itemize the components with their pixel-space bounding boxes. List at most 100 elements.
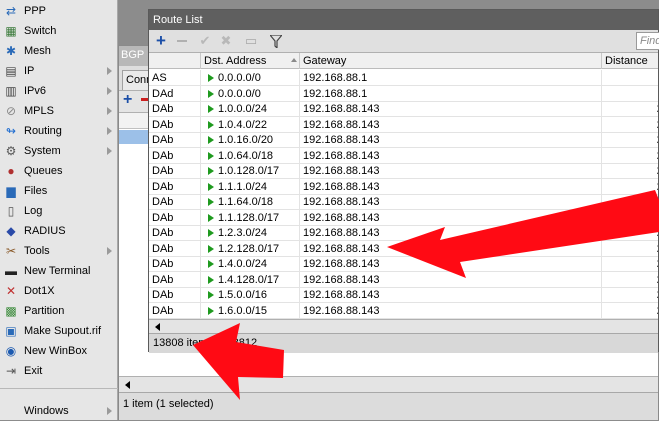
scroll-left-icon[interactable]	[155, 323, 160, 331]
menu-item-windows[interactable]: Windows	[0, 401, 118, 421]
menu-item-system[interactable]: ⚙ System	[0, 141, 118, 161]
route-distance: 20	[602, 132, 658, 148]
menu-item-label: New WinBox	[24, 345, 87, 357]
route-dst-address: 1.6.0.0/15	[215, 302, 300, 319]
route-gateway: 192.168.88.143	[300, 116, 602, 133]
enable-route-icon[interactable]: ✔	[195, 32, 215, 50]
route-gateway: 192.168.88.143	[300, 271, 602, 288]
menu-item-partition[interactable]: ▩ Partition	[0, 301, 118, 321]
active-route-icon	[208, 74, 214, 82]
menu-item-ppp[interactable]: ⇄ PPP	[0, 1, 118, 21]
files-icon: ▆	[6, 184, 16, 198]
comment-route-icon[interactable]: ▭	[241, 32, 261, 50]
route-gateway: 192.168.88.143	[300, 225, 602, 241]
route-list-title[interactable]: Route List	[149, 10, 658, 30]
route-gateway: 192.168.88.143	[300, 132, 602, 148]
route-distance: 20	[602, 194, 658, 210]
menu-item-label: IPv6	[24, 85, 47, 97]
route-dst-address: 1.2.128.0/17	[215, 240, 300, 257]
route-flags: AS	[149, 70, 201, 86]
table-row[interactable]: DAb 1.0.4.0/22192.168.88.14320	[149, 116, 658, 133]
add-route-icon[interactable]: +	[151, 31, 171, 50]
col-flags-header[interactable]	[149, 53, 201, 69]
menu-item-label: Queues	[24, 165, 63, 177]
ipv6-icon: ▥	[5, 84, 17, 98]
route-gateway: 192.168.88.143	[300, 209, 602, 226]
table-row[interactable]: DAb 1.2.128.0/17192.168.88.14320	[149, 240, 658, 257]
menu-item-label: Routing	[24, 125, 62, 137]
menu-item-ipv6[interactable]: ▥ IPv6	[0, 81, 118, 101]
dot1x-icon: ✕	[5, 284, 17, 298]
find-input[interactable]: Find	[636, 32, 659, 50]
table-row[interactable]: DAb 1.1.64.0/18192.168.88.14320	[149, 194, 658, 210]
main-menu: ⇄ PPP ▦ Switch ✱ Mesh ▤ IP ▥ IPv6 ⊘ MPLS ↬ Routing ⚙ Sy…	[0, 0, 118, 420]
submenu-arrow-icon	[107, 127, 112, 135]
switch-icon: ▦	[5, 24, 17, 38]
table-row[interactable]: DAb 1.0.0.0/24192.168.88.14320	[149, 101, 658, 117]
table-row[interactable]: DAb 1.0.128.0/17192.168.88.14320	[149, 163, 658, 179]
table-row[interactable]: DAb 1.1.128.0/17192.168.88.14320	[149, 209, 658, 226]
menu-item-switch[interactable]: ▦ Switch	[0, 21, 118, 41]
menu-item-dot1x[interactable]: ✕ Dot1X	[0, 281, 118, 301]
route-flags: DAb	[149, 287, 201, 303]
menu-item-label: Dot1X	[24, 285, 55, 297]
menu-item-log[interactable]: ▯ Log	[0, 201, 118, 221]
menu-item-ip[interactable]: ▤ IP	[0, 61, 118, 81]
table-row[interactable]: DAb 1.0.64.0/18192.168.88.14320	[149, 147, 658, 164]
menu-item-new-terminal[interactable]: ▬ New Terminal	[0, 261, 118, 281]
menu-item-mpls[interactable]: ⊘ MPLS	[0, 101, 118, 121]
disable-route-icon[interactable]: ✖	[216, 32, 236, 50]
table-row[interactable]: AS 0.0.0.0/0192.168.88.11	[149, 70, 658, 86]
route-gateway: 192.168.88.143	[300, 240, 602, 257]
route-toolbar: + ✔ ✖ ▭ Find	[149, 30, 659, 53]
table-row[interactable]: DAb 1.0.16.0/20192.168.88.14320	[149, 132, 658, 148]
route-dst-address: 1.0.16.0/20	[215, 132, 300, 148]
bgp-horizontal-scrollbar[interactable]	[119, 376, 658, 392]
bgp-add-icon[interactable]: +	[123, 91, 132, 109]
filter-icon[interactable]	[266, 32, 286, 50]
menu-item-label: Make Supout.rif	[24, 325, 102, 337]
menu-item-tools[interactable]: ✂ Tools	[0, 241, 118, 261]
remove-route-icon[interactable]	[172, 32, 192, 50]
table-row[interactable]: DAb 1.6.0.0/15192.168.88.14320	[149, 302, 658, 319]
col-distance-header[interactable]: Distance	[602, 53, 658, 69]
table-row[interactable]: DAb 1.5.0.0/16192.168.88.14320	[149, 287, 658, 303]
menu-item-label: Mesh	[24, 45, 51, 57]
route-gateway: 192.168.88.143	[300, 256, 602, 272]
bgp-selected-row[interactable]	[119, 130, 151, 144]
route-dst-address: 0.0.0.0/0	[215, 70, 300, 86]
active-route-icon	[208, 89, 214, 98]
menu-item-exit[interactable]: ⇥ Exit	[0, 361, 118, 381]
route-distance: 20	[602, 148, 658, 164]
exit-icon: ⇥	[5, 364, 17, 378]
col-dst-address-header[interactable]: Dst. Address	[201, 53, 300, 69]
table-row[interactable]: DAd 0.0.0.0/0192.168.88.11	[149, 85, 658, 102]
route-flags: DAb	[149, 302, 201, 319]
col-gateway-header[interactable]: Gateway	[300, 53, 602, 69]
route-dst-address: 1.0.4.0/22	[215, 116, 300, 133]
route-flags: DAb	[149, 209, 201, 226]
queues-icon: ●	[7, 164, 15, 178]
route-distance: 1	[602, 70, 658, 86]
menu-item-queues[interactable]: ● Queues	[0, 161, 118, 181]
scroll-left-icon[interactable]	[125, 381, 130, 389]
route-dst-address: 1.4.128.0/17	[215, 271, 300, 288]
log-icon: ▯	[7, 204, 15, 218]
route-horizontal-scrollbar[interactable]	[149, 319, 658, 333]
menu-item-make-supout-rif[interactable]: ▣ Make Supout.rif	[0, 321, 118, 341]
table-row[interactable]: DAb 1.4.128.0/17192.168.88.14320	[149, 271, 658, 288]
menu-item-routing[interactable]: ↬ Routing	[0, 121, 118, 141]
table-row[interactable]: DAb 1.4.0.0/24192.168.88.14320	[149, 256, 658, 272]
active-route-icon	[208, 151, 214, 160]
ppp-icon: ⇄	[5, 4, 17, 18]
active-route-icon	[208, 229, 214, 237]
table-row[interactable]: DAb 1.2.3.0/24192.168.88.14320	[149, 225, 658, 241]
menu-item-files[interactable]: ▆ Files	[0, 181, 118, 201]
route-table-header: Dst. Address Gateway Distance	[149, 53, 658, 69]
mpls-icon: ⊘	[5, 104, 17, 118]
menu-item-new-winbox[interactable]: ◉ New WinBox	[0, 341, 118, 361]
table-row[interactable]: DAb 1.1.1.0/24192.168.88.14320	[149, 178, 658, 195]
route-dst-address: 1.0.128.0/17	[215, 163, 300, 179]
menu-item-radius[interactable]: ◆ RADIUS	[0, 221, 118, 241]
menu-item-mesh[interactable]: ✱ Mesh	[0, 41, 118, 61]
